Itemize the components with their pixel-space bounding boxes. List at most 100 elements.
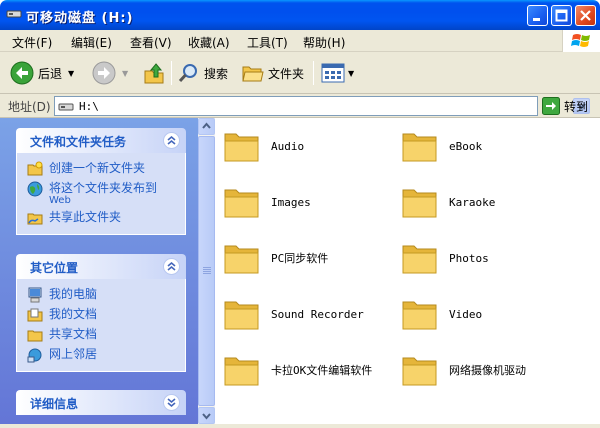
window-title: 可移动磁盘 (H:)	[26, 11, 134, 26]
task-sublabel: Web	[49, 195, 71, 206]
folder-icon	[224, 189, 259, 218]
folder-name: eBook	[449, 139, 483, 153]
window-bottom-edge	[0, 424, 600, 428]
scroll-down-button[interactable]	[198, 407, 215, 424]
menu-file[interactable]: 文件(F)	[12, 34, 52, 51]
views-button[interactable]: ▼	[321, 60, 354, 86]
removable-drive-icon	[6, 8, 22, 20]
menu-view[interactable]: 查看(V)	[130, 34, 172, 51]
folder-item[interactable]: PC同步软件	[223, 240, 328, 276]
menu-tools[interactable]: 工具(T)	[247, 34, 288, 51]
folder-icon	[402, 189, 437, 218]
folder-name: Photos	[449, 251, 489, 265]
my-computer-icon	[28, 287, 42, 303]
globe-icon	[27, 181, 43, 197]
maximize-icon	[555, 9, 568, 22]
other-places-header[interactable]: 其它位置	[16, 254, 186, 279]
folder-icon	[402, 357, 437, 386]
folder-item[interactable]: 卡拉OK文件编辑软件	[223, 352, 372, 388]
expand-button[interactable]	[163, 394, 180, 411]
scroll-up-button[interactable]	[198, 118, 215, 135]
go-button[interactable]: 转到	[542, 96, 588, 116]
menu-favorites[interactable]: 收藏(A)	[188, 34, 230, 51]
folder-item[interactable]: eBook	[401, 128, 482, 164]
folder-icon	[402, 301, 437, 330]
back-dropdown-icon[interactable]: ▼	[68, 69, 74, 78]
back-button[interactable]: 后退 ▼	[10, 60, 74, 86]
folder-item[interactable]: Karaoke	[401, 184, 495, 220]
place-label: 我的电脑	[49, 287, 98, 301]
title-bar[interactable]: 可移动磁盘 (H:)	[0, 0, 600, 30]
task-publish-web[interactable]: 将这个文件夹发布到 Web	[17, 179, 185, 208]
toolbar-separator	[171, 61, 172, 85]
folder-item[interactable]: Audio	[223, 128, 304, 164]
panel-title: 其它位置	[30, 261, 79, 275]
folder-contents: Audio eBook Images Karaoke PC同步软件 Photos…	[215, 118, 600, 428]
folder-icon	[224, 357, 259, 386]
folders-button[interactable]: 文件夹	[242, 60, 304, 86]
menu-bar: 文件(F) 编辑(E) 查看(V) 收藏(A) 工具(T) 帮助(H)	[0, 30, 600, 52]
folder-item[interactable]: 网络摄像机驱动	[401, 352, 526, 388]
folder-item[interactable]: Sound Recorder	[223, 296, 364, 332]
chevron-up-icon	[167, 135, 176, 145]
other-places-panel: 其它位置 我的电脑 我的文档 共享文档 网上邻居	[16, 254, 186, 372]
scroll-thumb[interactable]	[198, 136, 215, 406]
folder-icon	[402, 133, 437, 162]
my-documents-icon	[27, 308, 43, 322]
place-label: 我的文档	[49, 307, 98, 321]
folder-item[interactable]: Photos	[401, 240, 489, 276]
folder-name: Sound Recorder	[271, 307, 364, 321]
go-arrow-icon	[542, 97, 560, 115]
address-bar: 地址(D) H:\ 转到	[0, 94, 600, 118]
panel-title: 文件和文件夹任务	[30, 135, 127, 149]
folder-name: 卡拉OK文件编辑软件	[271, 364, 373, 377]
search-button[interactable]: 搜索	[178, 60, 228, 86]
panel-title: 详细信息	[30, 397, 79, 411]
task-share-folder[interactable]: 共享此文件夹	[17, 208, 185, 228]
views-dropdown-icon: ▼	[348, 68, 355, 78]
task-label: 创建一个新文件夹	[49, 161, 146, 175]
place-shared-documents[interactable]: 共享文档	[17, 325, 185, 345]
address-input[interactable]: H:\	[54, 96, 590, 116]
forward-button[interactable]: ▼	[92, 60, 128, 86]
shared-folder-icon	[27, 213, 43, 225]
place-my-computer[interactable]: 我的电脑	[17, 285, 185, 305]
maximize-button[interactable]	[551, 5, 572, 26]
back-arrow-icon	[10, 61, 34, 85]
search-icon	[178, 64, 197, 83]
menu-help[interactable]: 帮助(H)	[303, 34, 345, 51]
place-label: 网上邻居	[49, 347, 98, 361]
file-folder-tasks-panel: 文件和文件夹任务 创建一个新文件夹 将这个文件夹发布到 Web 共享此文件夹	[16, 128, 186, 235]
place-network[interactable]: 网上邻居	[17, 345, 185, 365]
folder-item[interactable]: Images	[223, 184, 311, 220]
place-my-documents[interactable]: 我的文档	[17, 305, 185, 325]
folder-item[interactable]: Video	[401, 296, 482, 332]
task-new-folder[interactable]: 创建一个新文件夹	[17, 159, 185, 179]
chevron-down-icon	[167, 398, 176, 408]
task-pane-scrollbar[interactable]	[198, 118, 215, 424]
address-label: 地址(D)	[8, 100, 51, 114]
folders-label: 文件夹	[268, 66, 305, 81]
windows-logo-icon	[562, 30, 600, 52]
go-label: 转到	[564, 99, 589, 114]
address-value: H:\	[79, 100, 99, 113]
toolbar: 后退 ▼ ▼ 搜索 文件夹 ▼	[0, 52, 600, 94]
minimize-button[interactable]	[527, 5, 548, 26]
task-pane: 文件和文件夹任务 创建一个新文件夹 将这个文件夹发布到 Web 共享此文件夹 其…	[0, 118, 198, 428]
collapse-button[interactable]	[163, 132, 180, 149]
removable-drive-icon	[58, 101, 74, 115]
close-button[interactable]	[575, 5, 596, 26]
folder-icon	[224, 245, 259, 274]
search-label: 搜索	[204, 66, 229, 81]
views-icon	[321, 63, 345, 83]
place-label: 共享文档	[49, 327, 98, 341]
menu-edit[interactable]: 编辑(E)	[71, 34, 112, 51]
task-label: 共享此文件夹	[49, 210, 122, 224]
folder-name: Video	[449, 307, 483, 321]
collapse-button[interactable]	[163, 258, 180, 275]
details-header[interactable]: 详细信息	[16, 390, 186, 415]
toolbar-separator	[313, 61, 314, 85]
up-folder-button[interactable]	[143, 60, 165, 86]
forward-dropdown-icon[interactable]: ▼	[122, 69, 128, 78]
file-folder-tasks-header[interactable]: 文件和文件夹任务	[16, 128, 186, 153]
